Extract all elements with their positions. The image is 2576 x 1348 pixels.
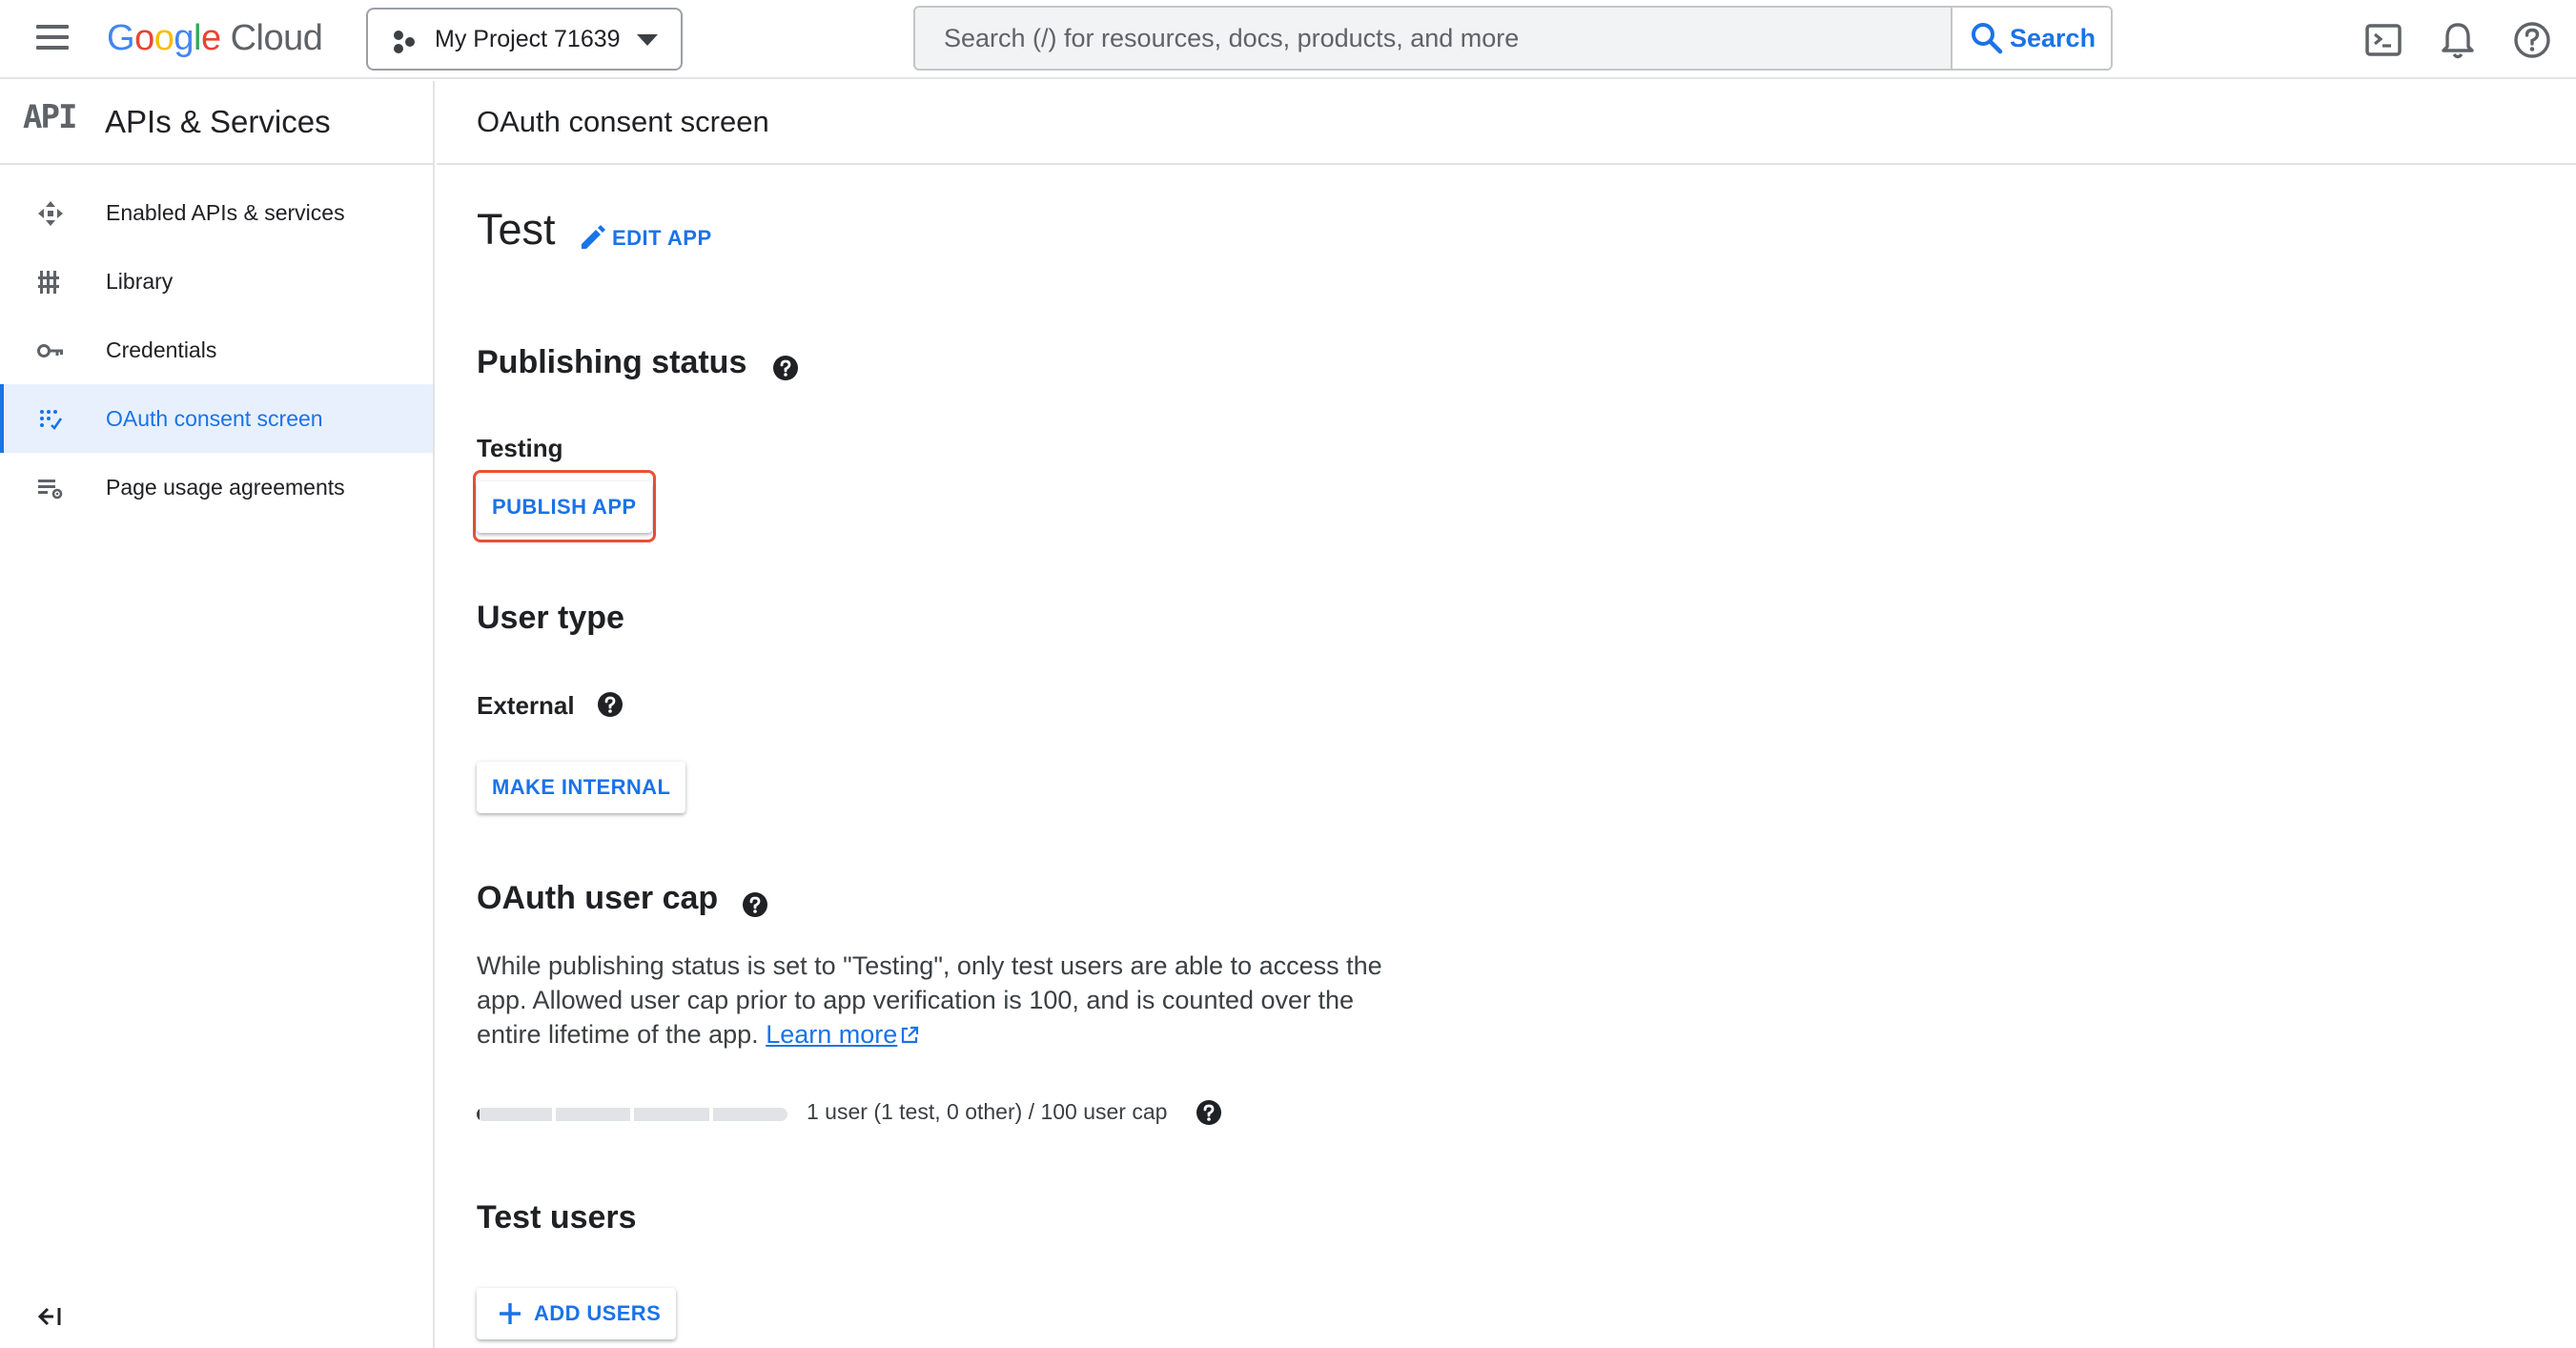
page-title: OAuth consent screen: [477, 105, 769, 138]
user-type-help-icon[interactable]: [597, 691, 624, 718]
progress-fill: [477, 1108, 480, 1121]
sidebar-item-enabled-apis[interactable]: Enabled APIs & services: [0, 178, 433, 247]
sidebar-item-library[interactable]: Library: [0, 247, 433, 316]
api-badge-icon: API: [23, 98, 77, 136]
add-users-label: ADD USERS: [534, 1301, 662, 1325]
user-type-value: External: [477, 691, 575, 720]
collapse-sidebar-icon[interactable]: [36, 1305, 63, 1328]
project-name: My Project 71639: [435, 26, 621, 52]
search-input[interactable]: [915, 8, 1952, 69]
pencil-icon: [582, 225, 605, 249]
top-bar: Google Cloud My Project 71639 Search: [0, 0, 2576, 79]
sidebar-header: API APIs & Services: [0, 81, 433, 165]
external-link-icon: [902, 1026, 919, 1044]
chevron-down-icon: [637, 34, 658, 46]
sidebar-item-label: Credentials: [106, 337, 217, 362]
settings-list-icon: [38, 480, 63, 500]
help-icon[interactable]: [2511, 19, 2553, 61]
notifications-bell-icon[interactable]: [2437, 19, 2479, 61]
sidebar-item-label: OAuth consent screen: [106, 406, 323, 431]
sidebar-item-credentials[interactable]: Credentials: [0, 316, 433, 384]
plus-icon: [500, 1303, 521, 1324]
logo-cloud: Cloud: [230, 18, 323, 58]
page-header: OAuth consent screen: [437, 81, 2576, 165]
sidebar: API APIs & Services Enabled APIs & servi…: [0, 81, 435, 1348]
sidebar-item-label: Library: [106, 269, 174, 294]
publishing-status-title: Publishing status: [477, 344, 747, 380]
oauth-user-cap-title: OAuth user cap: [477, 880, 719, 916]
learn-more-link[interactable]: Learn more: [766, 1020, 897, 1049]
consent-icon: [40, 410, 63, 431]
user-cap-description: While publishing status is set to "Testi…: [477, 949, 1392, 1052]
search-bar: Search: [913, 6, 2113, 71]
user-cap-usage-help-icon[interactable]: [1196, 1099, 1222, 1126]
sidebar-item-page-usage-agreements[interactable]: Page usage agreements: [0, 453, 433, 521]
sidebar-title: APIs & Services: [105, 104, 331, 139]
sidebar-item-label: Enabled APIs & services: [106, 200, 345, 225]
progress-segment: [634, 1108, 709, 1121]
progress-segment: [555, 1108, 630, 1121]
make-internal-button[interactable]: MAKE INTERNAL: [477, 762, 686, 813]
publish-app-button[interactable]: PUBLISH APP: [477, 481, 652, 533]
main-menu-icon[interactable]: [34, 19, 72, 57]
sidebar-item-label: Page usage agreements: [106, 475, 345, 500]
user-cap-description-text: While publishing status is set to "Testi…: [477, 951, 1382, 1049]
publish-app-label: PUBLISH APP: [492, 495, 637, 519]
search-button-label: Search: [2010, 24, 2096, 52]
progress-segment: [712, 1108, 787, 1121]
make-internal-label: MAKE INTERNAL: [492, 775, 671, 799]
app-name: Test: [477, 205, 556, 254]
key-icon: [37, 344, 63, 357]
user-type-title: User type: [477, 600, 624, 636]
user-cap-usage-text: 1 user (1 test, 0 other) / 100 user cap: [807, 1099, 1168, 1124]
project-picker[interactable]: My Project 71639: [366, 8, 683, 71]
search-button[interactable]: Search: [1951, 8, 2111, 69]
oauth-user-cap-help-icon[interactable]: [742, 891, 768, 918]
logo-google: Google: [107, 18, 221, 58]
user-cap-progress-bar: [477, 1108, 787, 1121]
publishing-status-value: Testing: [477, 434, 563, 462]
test-users-title: Test users: [477, 1199, 637, 1236]
library-icon: [38, 271, 59, 294]
project-icon: [394, 31, 415, 53]
edit-app-label: EDIT APP: [612, 226, 712, 250]
cloud-shell-icon[interactable]: [2362, 19, 2404, 61]
learn-more-label: Learn more: [766, 1020, 898, 1049]
google-cloud-logo[interactable]: Google Cloud: [107, 13, 323, 63]
apis-icon: [38, 201, 63, 226]
progress-segment: [477, 1108, 552, 1121]
sidebar-item-oauth-consent-screen[interactable]: OAuth consent screen: [0, 384, 433, 453]
main-content: Test EDIT APP Publishing status Testing …: [437, 167, 2576, 1348]
search-icon: [1972, 23, 2003, 54]
publishing-status-help-icon[interactable]: [772, 355, 799, 381]
add-users-button[interactable]: ADD USERS: [477, 1288, 677, 1339]
